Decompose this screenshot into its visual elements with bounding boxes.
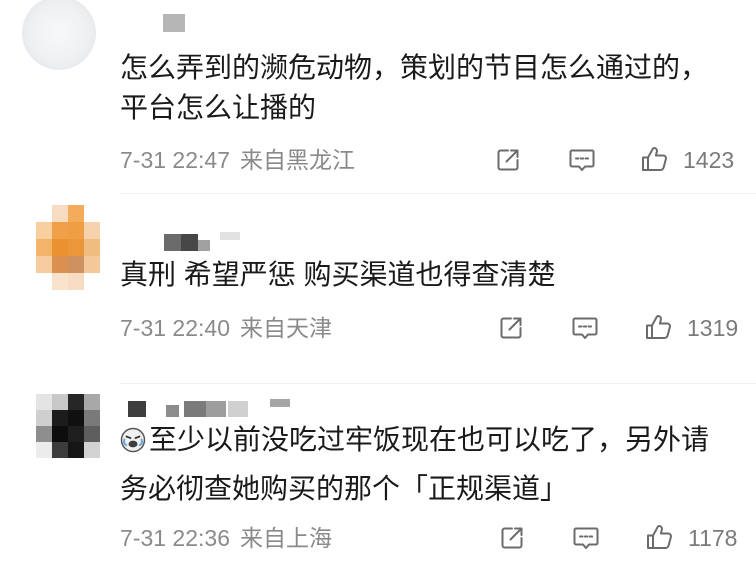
thumbs-up-icon <box>645 523 673 551</box>
avatar[interactable] <box>36 205 52 222</box>
comment-text-line: 务必彻查她购买的那个「正规渠道」 <box>120 473 569 504</box>
share-icon[interactable] <box>499 525 525 551</box>
like-count: 1423 <box>683 147 735 173</box>
like-count: 1319 <box>687 315 739 341</box>
laugh-cry-emoji-icon <box>120 427 146 453</box>
like-button[interactable]: 1319 <box>644 313 744 343</box>
comment-icon[interactable] <box>572 525 600 551</box>
comment-item: 至少以前没吃过牢饭现在也可以吃了，另外请 务必彻查她购买的那个「正规渠道」 7-… <box>0 383 756 562</box>
comment-text-line: 平台怎么让播的 <box>120 92 317 123</box>
comment-icon[interactable] <box>568 147 596 173</box>
comment-location: 来自天津 <box>239 315 332 341</box>
like-button[interactable]: 1178 <box>645 523 745 553</box>
share-icon[interactable] <box>495 147 521 173</box>
comment-time: 7-31 22:36 <box>120 525 230 551</box>
comment-text-line: 真刑 希望严惩 购买渠道也得查清楚 <box>120 259 556 290</box>
share-icon[interactable] <box>498 315 524 341</box>
comment-item: 真刑 希望严惩 购买渠道也得查清楚 7-31 22:40 来自天津 1319 <box>0 193 756 383</box>
comment-meta: 7-31 22:47 来自黑龙江 <box>120 145 355 175</box>
comment-meta: 7-31 22:40 来自天津 <box>120 313 332 343</box>
comment-time: 7-31 22:40 <box>120 315 230 341</box>
like-count: 1178 <box>688 525 738 551</box>
username-redacted[interactable] <box>164 232 242 252</box>
like-button[interactable]: 1423 <box>640 145 740 175</box>
username-redacted[interactable] <box>163 14 185 32</box>
comment-time: 7-31 22:47 <box>120 147 230 173</box>
username-redacted[interactable] <box>128 399 292 417</box>
thumbs-up-icon <box>644 313 672 341</box>
comment-location: 来自上海 <box>239 525 332 551</box>
avatar[interactable] <box>22 0 96 70</box>
comment-meta: 7-31 22:36 来自上海 <box>120 523 332 553</box>
avatar[interactable] <box>36 394 52 410</box>
comment-location: 来自黑龙江 <box>239 147 355 173</box>
comment-icon[interactable] <box>571 315 599 341</box>
thumbs-up-icon <box>640 145 668 173</box>
comment-text-line: 怎么弄到的濒危动物，策划的节目怎么通过的， <box>120 52 709 83</box>
comment-text-line: 至少以前没吃过牢饭现在也可以吃了，另外请 <box>149 424 710 455</box>
comment-item: 怎么弄到的濒危动物，策划的节目怎么通过的， 平台怎么让播的 7-31 22:47… <box>0 0 756 193</box>
